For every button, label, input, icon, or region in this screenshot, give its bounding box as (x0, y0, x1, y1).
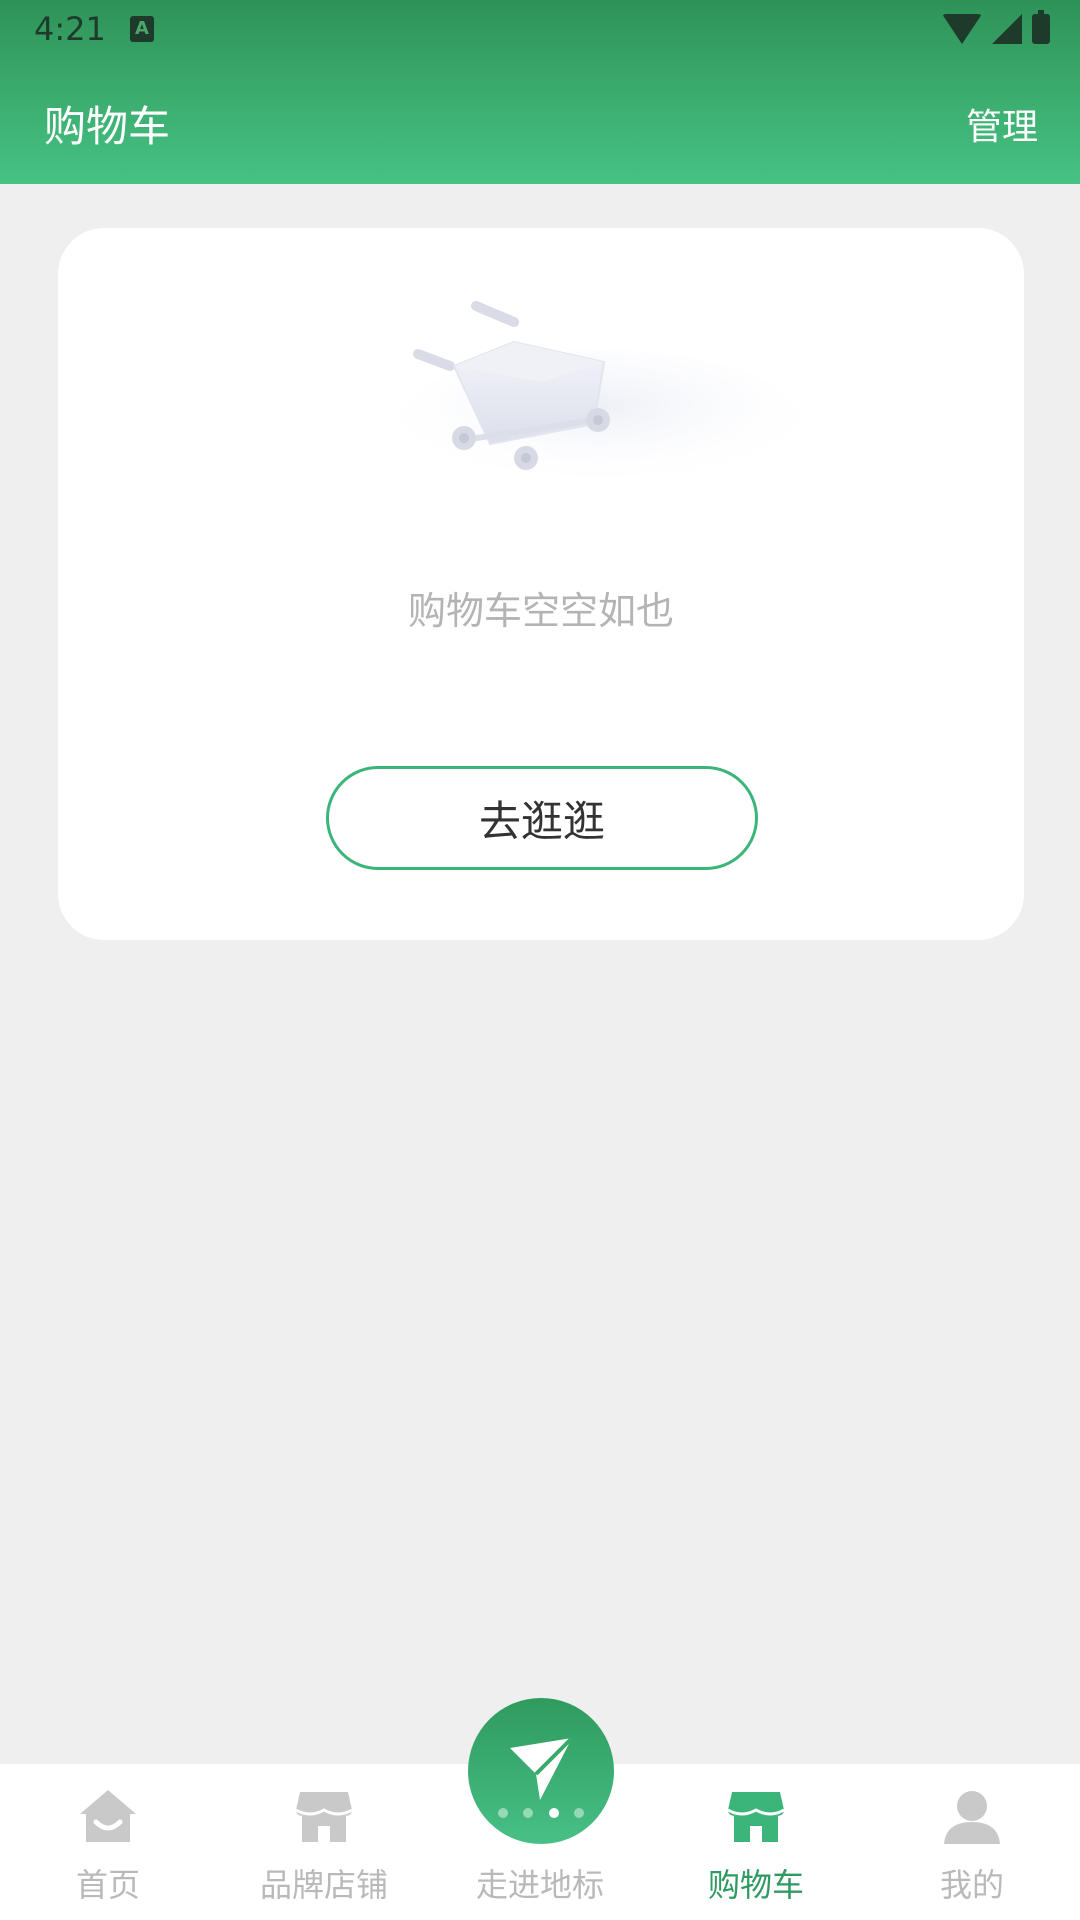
landmark-navigate-icon (510, 1736, 574, 1800)
carousel-dots (498, 1808, 584, 1822)
manage-button[interactable]: 管理 (966, 98, 1038, 150)
battery-icon (1032, 10, 1050, 44)
signal-icon (992, 14, 1022, 44)
status-bar: 4:21 A (0, 0, 1080, 58)
landmark-center-button[interactable] (468, 1698, 614, 1844)
user-icon (944, 1791, 1000, 1844)
carousel-dot-active (548, 1808, 559, 1818)
wifi-icon (942, 14, 982, 44)
store-icon (295, 1792, 353, 1842)
tab-brand-stores[interactable]: 品牌店铺 (216, 1764, 432, 1920)
carousel-dot (573, 1808, 584, 1818)
status-icons (942, 10, 1050, 46)
cart-store-icon (727, 1792, 785, 1842)
carousel-dot (498, 1808, 508, 1818)
tab-home-label: 首页 (75, 1866, 140, 1904)
tab-home[interactable]: 首页 (0, 1764, 216, 1920)
tab-brand-stores-label: 品牌店铺 (259, 1866, 388, 1904)
status-time: 4:21 (34, 10, 106, 48)
carousel-dot (523, 1808, 534, 1818)
home-icon (80, 1790, 136, 1842)
page-title: 购物车 (44, 102, 171, 151)
empty-cart-card: 购物车空空如也 去逛逛 (58, 228, 1024, 940)
go-shopping-button[interactable]: 去逛逛 (326, 766, 758, 870)
tab-landmark-label: 走进地标 (475, 1866, 604, 1904)
tab-profile[interactable]: 我的 (864, 1764, 1080, 1920)
tab-cart[interactable]: 购物车 (648, 1764, 864, 1920)
app-header: 4:21 A 购物车 管理 (0, 0, 1080, 184)
notification-a-icon: A (130, 16, 154, 42)
tab-profile-label: 我的 (939, 1866, 1004, 1904)
empty-cart-message: 购物车空空如也 (407, 589, 674, 633)
shopping-cart-icon (400, 301, 800, 486)
tab-cart-label: 购物车 (707, 1866, 804, 1904)
